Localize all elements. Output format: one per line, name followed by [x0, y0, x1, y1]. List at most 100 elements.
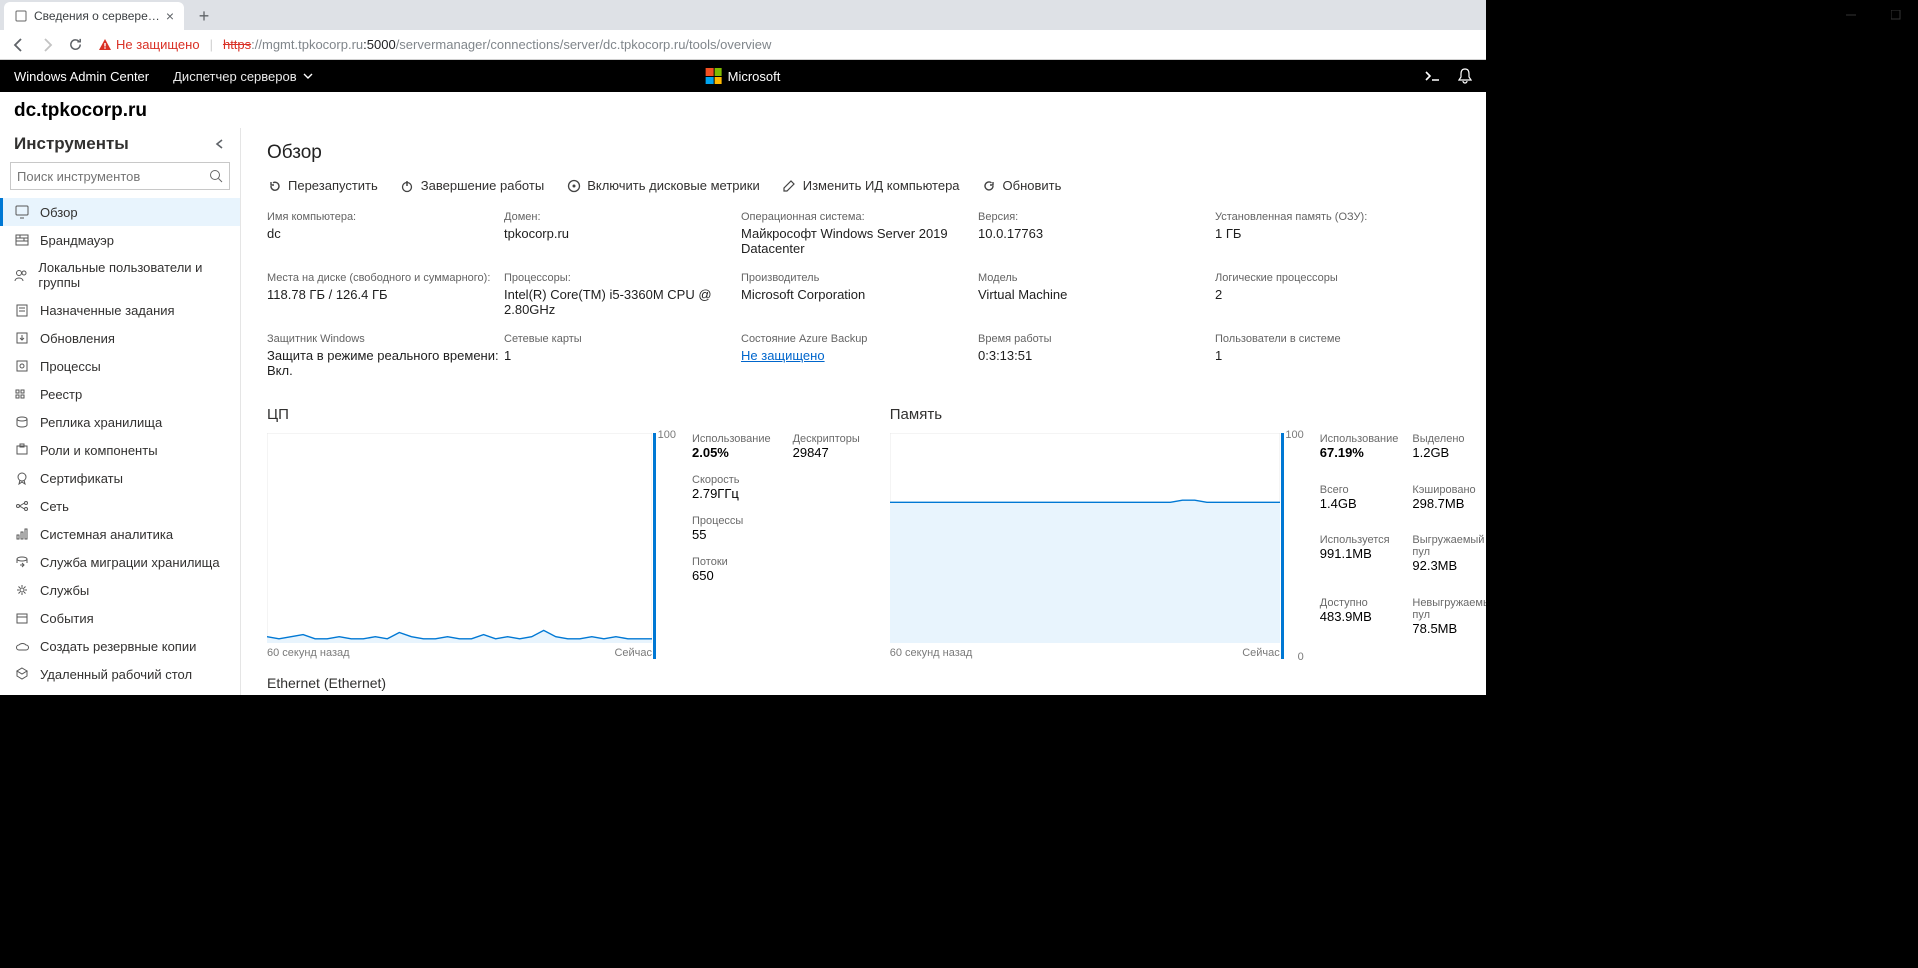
- edit-id-button[interactable]: Изменить ИД компьютера: [782, 178, 960, 193]
- sidebar-item-label: Служба миграции хранилища: [40, 555, 220, 570]
- property-item: Операционная система:Майкрософт Windows …: [741, 211, 976, 256]
- sidebar-item-certs[interactable]: Сертификаты: [0, 464, 240, 492]
- restart-icon: [267, 178, 282, 193]
- notifications-icon[interactable]: [1458, 68, 1472, 84]
- window-maximize-button[interactable]: [1873, 0, 1918, 29]
- sidebar-item-label: Службы: [40, 583, 89, 598]
- property-item: Сетевые карты1: [504, 333, 739, 378]
- sidebar-item-label: Создать резервные копии: [40, 639, 196, 654]
- browser-tab-bar: Сведения о сервере - Обзор - … × +: [0, 0, 1486, 30]
- sidebar-item-migration[interactable]: Служба миграции хранилища: [0, 548, 240, 576]
- users-icon: [14, 267, 28, 283]
- certs-icon: [14, 470, 30, 486]
- nav-forward-icon[interactable]: [36, 34, 58, 56]
- ethernet-title: Ethernet (Ethernet): [267, 675, 849, 691]
- nav-reload-icon[interactable]: [64, 34, 86, 56]
- property-item: Защитник WindowsЗащита в режиме реальног…: [267, 333, 502, 378]
- enable-disk-button[interactable]: Включить дисковые метрики: [566, 178, 760, 193]
- security-warning[interactable]: Не защищено: [98, 37, 200, 52]
- refresh-button[interactable]: Обновить: [982, 178, 1062, 193]
- cpu-block: ЦП 100 60 секунд назад Сейчас: [267, 406, 860, 659]
- new-tab-button[interactable]: +: [190, 2, 218, 30]
- browser-tab[interactable]: Сведения о сервере - Обзор - … ×: [4, 2, 184, 30]
- sidebar: Инструменты ОбзорБрандмауэрЛокальные пол…: [0, 128, 241, 695]
- sidebar-item-label: Удаленный рабочий стол: [40, 667, 192, 682]
- sidebar-item-firewall[interactable]: Брандмауэр: [0, 226, 240, 254]
- shutdown-button[interactable]: Завершение работы: [400, 178, 544, 193]
- window-minimize-button[interactable]: [1828, 0, 1873, 29]
- property-item: Домен:tpkocorp.ru: [504, 211, 739, 256]
- wac-breadcrumb[interactable]: Диспетчер серверов: [173, 69, 313, 84]
- sidebar-item-label: Сеть: [40, 499, 69, 514]
- sidebar-item-updates[interactable]: Обновления: [0, 324, 240, 352]
- storage-replica-icon: [14, 414, 30, 430]
- nav-back-icon[interactable]: [8, 34, 30, 56]
- registry-icon: [14, 386, 30, 402]
- sidebar-item-tasks[interactable]: Назначенные задания: [0, 296, 240, 324]
- microsoft-logo: Microsoft: [706, 68, 781, 84]
- memory-title: Память: [890, 406, 1486, 423]
- sidebar-item-label: Системная аналитика: [40, 527, 173, 542]
- cpu-chart: [267, 433, 652, 643]
- restart-button[interactable]: Перезапустить: [267, 178, 378, 193]
- sidebar-item-label: Назначенные задания: [40, 303, 175, 318]
- overview-icon: [14, 204, 30, 220]
- sidebar-item-backup[interactable]: Создать резервные копии: [0, 632, 240, 660]
- sidebar-item-events[interactable]: События: [0, 604, 240, 632]
- property-item: Процессоры:Intel(R) Core(TM) i5-3360M CP…: [504, 272, 739, 317]
- search-input[interactable]: [17, 169, 209, 184]
- search-icon: [209, 169, 223, 183]
- host-header: dc.tpkocorp.ru: [0, 92, 1486, 128]
- sidebar-item-storage-replica[interactable]: Реплика хранилища: [0, 408, 240, 436]
- migration-icon: [14, 554, 30, 570]
- sidebar-item-users[interactable]: Локальные пользователи и группы: [0, 254, 240, 296]
- sidebar-item-network[interactable]: Сеть: [0, 492, 240, 520]
- property-item: Версия:10.0.17763: [978, 211, 1213, 256]
- page-title: Обзор: [267, 142, 1460, 164]
- sidebar-item-label: Процессы: [40, 359, 101, 374]
- events-icon: [14, 610, 30, 626]
- memory-block: Память 100 0 60 секунд назад Сейчас: [890, 406, 1486, 659]
- processes-icon: [14, 358, 30, 374]
- property-item: Состояние Azure BackupНе защищено: [741, 333, 976, 378]
- sidebar-item-label: События: [40, 611, 94, 626]
- url-text[interactable]: https://mgmt.tpkocorp.ru:5000/servermana…: [223, 37, 771, 52]
- collapse-icon[interactable]: [214, 138, 226, 150]
- warning-icon: [98, 38, 112, 52]
- cloud-shell-icon[interactable]: [1424, 69, 1442, 83]
- sidebar-item-processes[interactable]: Процессы: [0, 352, 240, 380]
- tab-close-icon[interactable]: ×: [166, 9, 174, 23]
- sidebar-item-label: Брандмауэр: [40, 233, 114, 248]
- sidebar-item-label: Роли и компоненты: [40, 443, 158, 458]
- sidebar-search[interactable]: [10, 162, 230, 190]
- property-item: Имя компьютера:dc: [267, 211, 502, 256]
- property-item: МодельVirtual Machine: [978, 272, 1213, 317]
- property-item: Места на диске (свободного и суммарного)…: [267, 272, 502, 317]
- wac-brand[interactable]: Windows Admin Center: [14, 69, 149, 84]
- property-item: Логические процессоры2: [1215, 272, 1460, 317]
- insights-icon: [14, 526, 30, 542]
- security-label: Не защищено: [116, 37, 200, 52]
- sidebar-item-registry[interactable]: Реестр: [0, 380, 240, 408]
- sidebar-list: Обзор Брандмауэр Локальные пользователи и …: [0, 196, 240, 695]
- property-item: Установленная память (ОЗУ):1 ГБ: [1215, 211, 1460, 256]
- firewall-icon: [14, 232, 30, 248]
- toolbar: Перезапустить Завершение работы Включить…: [267, 178, 1460, 193]
- network-icon: [14, 498, 30, 514]
- property-item: Время работы0:3:13:51: [978, 333, 1213, 378]
- sidebar-item-label: Обзор: [40, 205, 78, 220]
- services-icon: [14, 582, 30, 598]
- cpu-title: ЦП: [267, 406, 860, 423]
- sidebar-item-label: Обновления: [40, 331, 115, 346]
- sidebar-item-label: Сертификаты: [40, 471, 123, 486]
- sidebar-item-services[interactable]: Службы: [0, 576, 240, 604]
- sidebar-item-insights[interactable]: Системная аналитика: [0, 520, 240, 548]
- wac-top-bar: Windows Admin Center Диспетчер серверов …: [0, 60, 1486, 92]
- sidebar-item-label: Локальные пользователи и группы: [38, 260, 226, 290]
- sidebar-item-overview[interactable]: Обзор: [0, 198, 240, 226]
- sidebar-item-rdp[interactable]: Удаленный рабочий стол: [0, 660, 240, 688]
- property-item: Пользователи в системе1: [1215, 333, 1460, 378]
- properties-grid: Имя компьютера:dcДомен:tpkocorp.ruОперац…: [267, 211, 1460, 378]
- sidebar-item-roles[interactable]: Роли и компоненты: [0, 436, 240, 464]
- chevron-down-icon: [303, 71, 313, 81]
